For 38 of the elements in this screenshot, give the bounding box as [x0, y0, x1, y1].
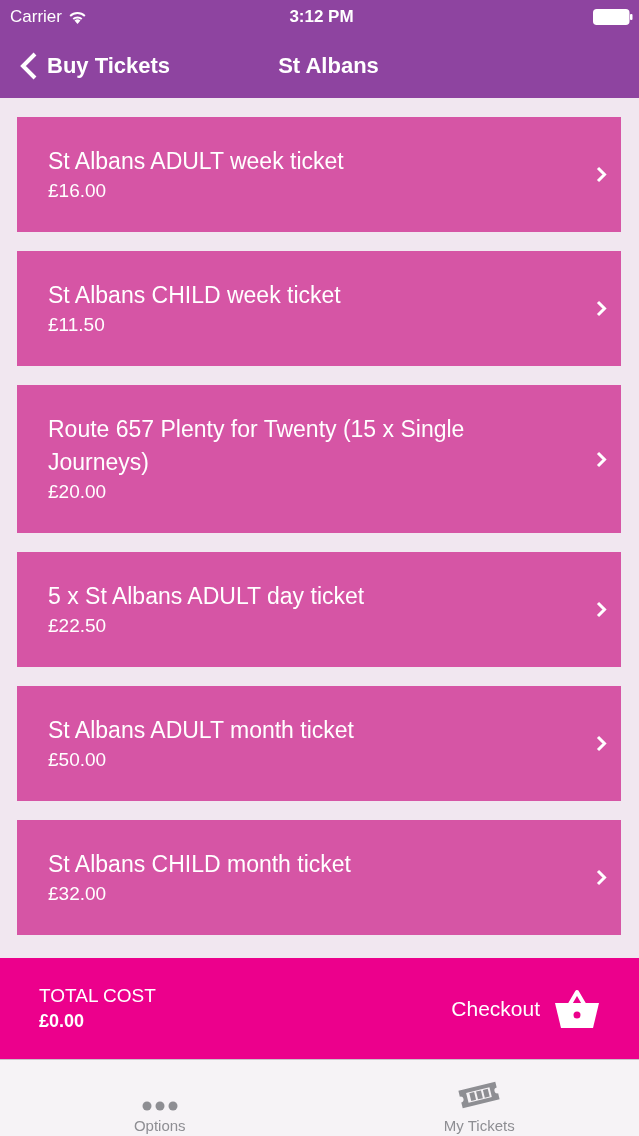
- ticket-name: St Albans CHILD month ticket: [48, 850, 352, 879]
- chevron-right-icon: [596, 166, 607, 183]
- ticket-name: St Albans CHILD week ticket: [48, 281, 342, 310]
- chevron-left-icon: [18, 50, 38, 81]
- ticket-price: £32.00: [48, 882, 108, 906]
- ticket-price: £16.00: [48, 179, 108, 203]
- ticket-card[interactable]: St Albans CHILD month ticket £32.00: [17, 820, 621, 935]
- ticket-price: £22.50: [48, 614, 108, 638]
- checkout-button[interactable]: Checkout: [451, 988, 600, 1029]
- tab-bar-item[interactable]: Options: [0, 1060, 320, 1136]
- ticket-name: Route 657 Plenty for Twenty (15 x Single Journeys): [48, 415, 466, 477]
- ticket-name: St Albans ADULT week ticket: [48, 147, 345, 176]
- back-button[interactable]: Buy Tickets: [18, 50, 171, 81]
- status-time: 3:12 PM: [289, 6, 354, 27]
- chevron-right-icon: [596, 300, 607, 317]
- tab-bar-item[interactable]: My Tickets: [319, 1060, 639, 1136]
- battery-icon: [593, 8, 633, 25]
- wifi-icon: [67, 9, 87, 24]
- screen-title: St Albans: [278, 52, 379, 79]
- chevron-right-icon: [596, 601, 607, 618]
- carrier-name: Carrier: [10, 6, 62, 27]
- ticket-card[interactable]: St Albans ADULT month ticket £50.00: [17, 686, 621, 801]
- ticket-name: 5 x St Albans ADULT day ticket: [48, 582, 366, 611]
- ticket-card[interactable]: St Albans CHILD week ticket £11.50: [17, 251, 621, 366]
- ticket-price: £20.00: [48, 480, 108, 504]
- ticket-card[interactable]: St Albans ADULT week ticket £16.00: [17, 117, 621, 232]
- ticket-name: St Albans ADULT month ticket: [48, 716, 355, 745]
- ticket-card[interactable]: 5 x St Albans ADULT day ticket £22.50: [17, 552, 621, 667]
- ticket-price: £50.00: [48, 748, 108, 772]
- more-dots-icon: [141, 1101, 178, 1111]
- chevron-right-icon: [596, 869, 607, 886]
- ticket-card[interactable]: Route 657 Plenty for Twenty (15 x Single Journeys) £20.00: [17, 385, 621, 533]
- ticket-price: £11.50: [48, 313, 106, 337]
- total-cost-label: TOTAL COST: [39, 985, 156, 1007]
- chevron-right-icon: [596, 450, 607, 468]
- total-cost-value: £0.00: [39, 1011, 86, 1032]
- basket-icon: [554, 988, 600, 1029]
- chevron-right-icon: [596, 735, 607, 752]
